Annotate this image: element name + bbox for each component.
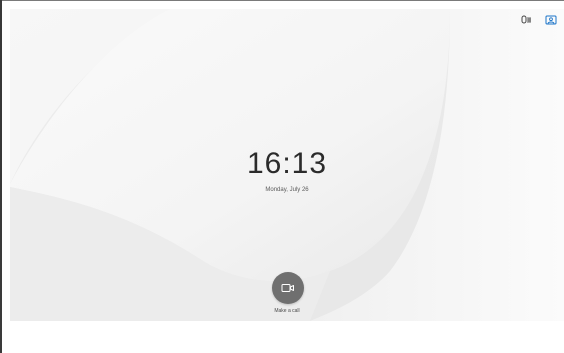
self-view-icon[interactable] bbox=[544, 14, 558, 26]
frame-top-edge bbox=[0, 0, 564, 1]
clock-time: 16:13 bbox=[246, 147, 328, 180]
make-call-button[interactable] bbox=[272, 272, 304, 304]
status-icons bbox=[520, 14, 558, 26]
microphone-status-icon[interactable] bbox=[520, 14, 534, 26]
video-camera-icon bbox=[281, 284, 294, 292]
device-frame: 16:13 Monday, July 26 Make a call bbox=[0, 0, 564, 353]
home-screen: 16:13 Monday, July 26 Make a call bbox=[10, 9, 564, 321]
clock-date: Monday, July 26 bbox=[265, 187, 309, 193]
make-call-label: Make a call bbox=[274, 308, 300, 314]
frame-left-edge bbox=[0, 0, 2, 353]
